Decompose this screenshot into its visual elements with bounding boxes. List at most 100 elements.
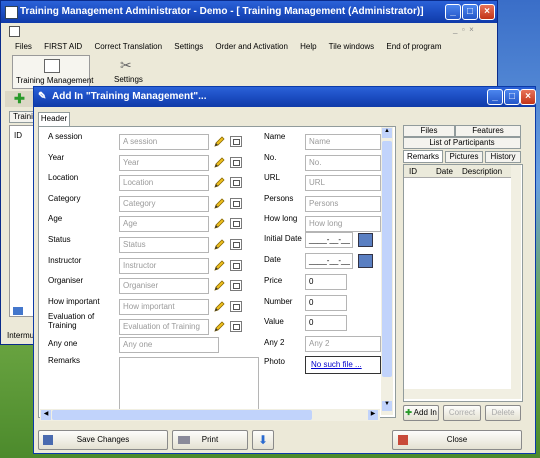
tab-history[interactable]: History <box>485 151 521 163</box>
pencil-edit-icon[interactable] <box>213 238 226 251</box>
field-input[interactable]: Location <box>119 175 209 192</box>
hscroll-left-icon[interactable]: ◀ <box>41 410 51 420</box>
field-input[interactable]: A session <box>119 134 209 150</box>
field-input[interactable]: Category <box>119 195 209 212</box>
menu-first-aid[interactable]: FIRST AID <box>44 42 82 51</box>
select-box-icon[interactable] <box>230 280 242 292</box>
add-in-button[interactable]: ✚ Add In <box>403 405 439 421</box>
field-input[interactable]: Age <box>119 216 209 233</box>
initial-date-input[interactable]: ____-__-__ <box>305 232 353 248</box>
add-in-label: Add In <box>413 408 437 417</box>
select-box-icon[interactable] <box>230 239 242 250</box>
photo-link[interactable]: No such file ... <box>311 360 362 369</box>
hscroll-thumb[interactable] <box>52 410 312 420</box>
toolbar-training-button[interactable]: Training Management <box>12 55 94 89</box>
close-icon[interactable]: × <box>479 4 495 20</box>
menu-correct-translation[interactable]: Correct Translation <box>94 42 162 51</box>
toolbar-settings-button[interactable]: ✂ Settings <box>106 55 150 87</box>
side-col-description[interactable]: Description <box>462 167 502 176</box>
download-arrow-button[interactable]: ⬇ <box>252 430 274 450</box>
menu-help[interactable]: Help <box>300 42 316 51</box>
pencil-edit-icon[interactable] <box>213 300 226 313</box>
price-input[interactable]: 0 <box>305 274 347 290</box>
field-input[interactable]: How important <box>119 298 209 315</box>
calendar-icon-2[interactable] <box>358 254 373 268</box>
close-button[interactable]: Close <box>392 430 522 450</box>
pencil-edit-icon[interactable] <box>213 217 226 230</box>
save-changes-button[interactable]: Save Changes <box>38 430 168 450</box>
any-one-input[interactable]: Any one <box>119 337 219 353</box>
dialog-title-bar[interactable]: ✎ Add In "Training Management"... _ □ × <box>34 87 536 107</box>
print-button[interactable]: Print <box>172 430 248 450</box>
field-input[interactable]: Organiser <box>119 278 209 295</box>
side-col-date[interactable]: Date <box>436 167 453 176</box>
menu-end-program[interactable]: End of program <box>386 42 441 51</box>
dialog-maximize-icon[interactable]: □ <box>504 89 520 105</box>
tab-features[interactable]: Features <box>455 125 521 137</box>
right-field-input[interactable]: How long <box>305 216 381 233</box>
minimize-icon[interactable]: _ <box>445 4 461 20</box>
tab-participants[interactable]: List of Participants <box>403 137 521 149</box>
tab-remarks[interactable]: Remarks <box>403 150 443 163</box>
right-field-input[interactable]: No. <box>305 154 381 171</box>
form-vscrollbar[interactable]: ▲ ▼ <box>381 127 393 415</box>
right-field-input[interactable]: Persons <box>305 195 381 212</box>
pencil-edit-icon[interactable] <box>213 259 226 272</box>
pencil-edit-icon[interactable] <box>213 176 226 189</box>
select-box-icon[interactable] <box>230 136 242 147</box>
tab-header[interactable]: Header <box>38 112 70 126</box>
any2-label: Any 2 <box>264 338 285 347</box>
field-input[interactable]: Year <box>119 154 209 171</box>
value-input[interactable]: 0 <box>305 315 347 331</box>
correct-label: Correct <box>448 408 476 417</box>
pencil-edit-icon[interactable] <box>213 320 226 333</box>
menu-settings[interactable]: Settings <box>174 42 203 51</box>
scroll-thumb[interactable] <box>382 141 392 377</box>
any2-input[interactable]: Any 2 <box>305 336 381 352</box>
side-hscrollbar[interactable] <box>404 389 511 399</box>
photo-box[interactable]: No such file ... <box>305 356 381 374</box>
form-hscrollbar[interactable]: ◀ ▶ <box>40 409 380 421</box>
side-grid[interactable]: ID Date Description <box>403 164 523 402</box>
menu-files[interactable]: Files <box>15 42 32 51</box>
pencil-edit-icon[interactable] <box>213 279 226 292</box>
right-field-input[interactable]: Name <box>305 134 381 150</box>
select-box-icon[interactable] <box>230 218 242 230</box>
scroll-up-icon[interactable]: ▲ <box>382 128 392 138</box>
field-input[interactable]: Instructor <box>119 257 209 274</box>
dialog-minimize-icon[interactable]: _ <box>487 89 503 105</box>
form-panel: A session A session Year Year Location L… <box>38 126 396 418</box>
menu-tile-windows[interactable]: Tile windows <box>329 42 375 51</box>
menu-order-activation[interactable]: Order and Activation <box>215 42 287 51</box>
right-field-input[interactable]: URL <box>305 175 381 192</box>
main-title-bar[interactable]: Training Management Administrator - Demo… <box>1 1 497 23</box>
select-box-icon[interactable] <box>230 321 242 333</box>
mdi-controls[interactable]: _ ▫ × <box>453 25 474 34</box>
date-input[interactable]: ____-__-__ <box>305 253 353 269</box>
select-box-icon[interactable] <box>230 197 242 209</box>
hscroll-right-icon[interactable]: ▶ <box>368 410 378 420</box>
calendar-icon[interactable] <box>358 233 373 247</box>
field-input[interactable]: Evaluation of Training <box>119 319 209 336</box>
select-box-icon[interactable] <box>230 300 242 312</box>
field-input[interactable]: Status <box>119 237 209 253</box>
tab-files[interactable]: Files <box>403 125 455 137</box>
number-input[interactable]: 0 <box>305 295 347 311</box>
remarks-textarea[interactable] <box>119 357 259 415</box>
select-box-icon[interactable] <box>230 177 242 189</box>
scroll-down-icon[interactable]: ▼ <box>382 401 392 411</box>
pencil-edit-icon[interactable] <box>213 197 226 210</box>
select-box-icon[interactable] <box>230 156 242 168</box>
delete-button[interactable]: Delete <box>485 405 521 421</box>
maximize-icon[interactable]: □ <box>462 4 478 20</box>
select-box-icon[interactable] <box>230 259 242 271</box>
correct-button[interactable]: Correct <box>443 405 481 421</box>
pencil-edit-icon[interactable] <box>213 156 226 169</box>
pencil-edit-icon[interactable] <box>213 135 226 148</box>
price-label: Price <box>264 276 283 285</box>
side-vscrollbar[interactable] <box>511 165 521 399</box>
tab-pictures[interactable]: Pictures <box>445 151 483 163</box>
dialog-close-icon[interactable]: × <box>520 89 536 105</box>
side-col-id[interactable]: ID <box>409 167 417 176</box>
add-plus-icon[interactable]: ✚ <box>14 91 25 107</box>
